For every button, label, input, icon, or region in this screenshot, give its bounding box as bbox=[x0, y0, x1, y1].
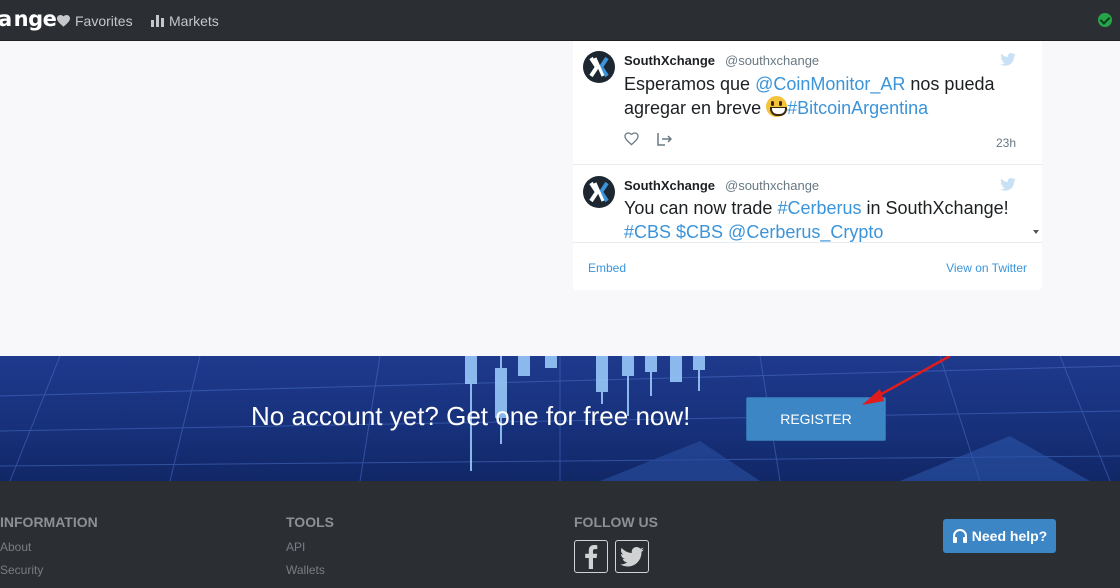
scroll-down-arrow-icon[interactable] bbox=[1033, 230, 1039, 234]
embed-link[interactable]: Embed bbox=[588, 261, 626, 275]
twitter-bird-icon[interactable] bbox=[1000, 53, 1016, 66]
footer-follow-heading: FOLLOW US bbox=[574, 514, 658, 530]
share-icon[interactable] bbox=[657, 132, 672, 146]
view-on-twitter-link[interactable]: View on Twitter bbox=[946, 261, 1027, 275]
tweet-text: Esperamos que @CoinMonitor_AR nos pueda … bbox=[624, 74, 995, 118]
twitter-bird-icon[interactable] bbox=[1000, 178, 1016, 191]
headset-icon bbox=[952, 528, 967, 543]
tweet-text: You can now trade #Cerberus in SouthXcha… bbox=[624, 198, 1009, 242]
site-footer: INFORMATION About Security TOOLS API Wal… bbox=[0, 481, 1120, 588]
mention-link[interactable]: @CoinMonitor_AR bbox=[755, 74, 905, 94]
tweet-author-handle[interactable]: @southxchange bbox=[725, 53, 819, 68]
twitter-timeline-scroll[interactable]: SouthXchange @southxchange Esperamos que… bbox=[573, 41, 1042, 242]
tweet-author-name[interactable]: SouthXchange bbox=[624, 178, 715, 193]
southxchange-avatar[interactable] bbox=[583, 176, 615, 208]
register-banner: No account yet? Get one for free now! RE… bbox=[0, 356, 1120, 481]
hashtag-link[interactable]: #Cerberus bbox=[777, 198, 861, 218]
need-help-label: Need help? bbox=[971, 528, 1048, 544]
brand-logo-text[interactable]: ange bbox=[0, 7, 57, 31]
need-help-button[interactable]: Need help? bbox=[943, 519, 1056, 553]
footer-information-heading: INFORMATION bbox=[0, 514, 98, 530]
footer-link-api[interactable]: API bbox=[286, 540, 305, 554]
facebook-icon bbox=[585, 544, 598, 569]
twitter-icon bbox=[620, 546, 644, 566]
tweet-item[interactable]: SouthXchange @southxchange You can now t… bbox=[573, 166, 1042, 242]
grinning-face-emoji-icon bbox=[766, 96, 788, 117]
nav-favorites-label: Favorites bbox=[75, 13, 133, 29]
tweet-actions bbox=[624, 132, 672, 146]
red-annotation-arrow bbox=[862, 356, 951, 405]
top-navbar: ange Favorites Markets bbox=[0, 0, 1120, 41]
nav-favorites[interactable]: Favorites bbox=[57, 13, 133, 29]
heart-icon bbox=[57, 15, 70, 27]
hashtag-link[interactable]: #BitcoinArgentina bbox=[787, 98, 928, 118]
facebook-button[interactable] bbox=[574, 540, 608, 573]
like-heart-icon[interactable] bbox=[624, 132, 639, 146]
tweet-author-handle[interactable]: @southxchange bbox=[725, 178, 819, 193]
connection-ok-icon bbox=[1098, 13, 1112, 27]
southxchange-avatar[interactable] bbox=[583, 51, 615, 83]
footer-tools-heading: TOOLS bbox=[286, 514, 334, 530]
nav-markets-label: Markets bbox=[169, 13, 219, 29]
footer-link-wallets[interactable]: Wallets bbox=[286, 563, 325, 577]
tweet-timestamp[interactable]: 23h bbox=[996, 136, 1016, 150]
twitter-timeline-widget: SouthXchange @southxchange Esperamos que… bbox=[573, 41, 1042, 290]
nav-markets[interactable]: Markets bbox=[151, 13, 219, 29]
footer-link-about[interactable]: About bbox=[0, 540, 31, 554]
footer-link-security[interactable]: Security bbox=[0, 563, 43, 577]
hashtag-link[interactable]: #CBS $CBS @Cerberus_Crypto bbox=[624, 222, 883, 242]
tweet-author-name[interactable]: SouthXchange bbox=[624, 53, 715, 68]
bar-chart-icon bbox=[151, 15, 164, 27]
twitter-button[interactable] bbox=[615, 540, 649, 573]
twitter-widget-footer: Embed View on Twitter bbox=[573, 242, 1042, 290]
tweet-item[interactable]: SouthXchange @southxchange Esperamos que… bbox=[573, 41, 1042, 165]
